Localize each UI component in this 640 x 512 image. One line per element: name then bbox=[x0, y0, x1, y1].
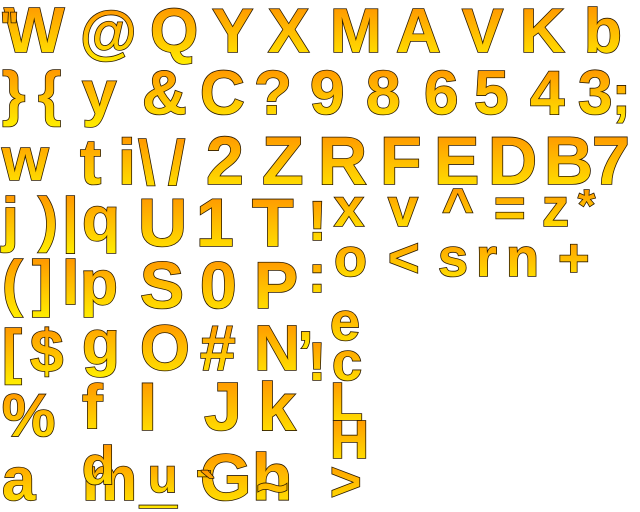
glyph: ; bbox=[612, 63, 631, 126]
glyph: [ bbox=[2, 318, 22, 385]
glyph: l bbox=[62, 249, 79, 318]
glyph: ! bbox=[308, 332, 326, 392]
glyph: y bbox=[82, 59, 117, 128]
glyph: S bbox=[140, 248, 184, 322]
glyph: 3 bbox=[578, 59, 612, 128]
glyph: & bbox=[142, 59, 187, 128]
glyph: M bbox=[330, 0, 382, 66]
glyph: q bbox=[82, 185, 120, 254]
glyph: 7 bbox=[592, 123, 630, 199]
glyph: Q bbox=[150, 0, 198, 66]
glyph: + bbox=[558, 228, 590, 288]
glyph: w bbox=[1, 126, 49, 193]
glyph: X bbox=[268, 0, 309, 66]
glyph: ! bbox=[308, 189, 327, 252]
glyph: > bbox=[330, 452, 362, 512]
glyph: C bbox=[200, 59, 245, 128]
glyph: u bbox=[148, 450, 177, 503]
glyph: 0 bbox=[200, 248, 237, 322]
glyph: a bbox=[2, 446, 36, 512]
glyph: I bbox=[138, 369, 157, 445]
glyph: ~ bbox=[256, 455, 289, 512]
glyph: Y bbox=[212, 0, 253, 66]
glyph: ? bbox=[254, 59, 292, 128]
glyph: n bbox=[506, 228, 539, 288]
glyph: r bbox=[476, 228, 497, 288]
glyph: @ bbox=[80, 0, 137, 65]
glyph-atlas: W @ Q Y X M A V Kb}{y & C? 9 8 6 5 4 3; w t i \/2 Z R F E D B 7 j) | q… bbox=[0, 0, 640, 512]
glyph: o bbox=[334, 228, 367, 288]
glyph: * bbox=[578, 181, 596, 230]
glyph: j bbox=[1, 186, 19, 253]
glyph: k bbox=[258, 369, 296, 445]
glyph: b bbox=[584, 0, 622, 66]
glyph: 9 bbox=[310, 59, 344, 128]
glyph: $ bbox=[30, 318, 63, 385]
glyph: p bbox=[80, 249, 118, 318]
glyph: | bbox=[62, 186, 79, 254]
glyph: f bbox=[82, 373, 103, 442]
glyph-atlas-canvas: W @ Q Y X M A V Kb}{y & C? 9 8 6 5 4 3 ;w t i \/2 Z R F E D B7j) | q… bbox=[0, 0, 631, 512]
glyph: A bbox=[396, 0, 441, 66]
glyph: 6 bbox=[424, 59, 458, 128]
glyph: K bbox=[520, 0, 565, 66]
glyph: 5 bbox=[474, 59, 508, 128]
glyph: ` bbox=[200, 464, 216, 512]
glyph: 8 bbox=[366, 59, 400, 128]
glyph: V bbox=[462, 0, 503, 66]
glyph: P bbox=[254, 248, 298, 322]
glyph: J bbox=[204, 369, 242, 445]
glyph: % bbox=[2, 382, 55, 449]
glyph: ] bbox=[32, 249, 53, 318]
glyph: g bbox=[82, 309, 120, 378]
glyph: i bbox=[118, 126, 136, 198]
glyph: " bbox=[0, 5, 19, 49]
glyph: < bbox=[388, 228, 420, 288]
glyph: s bbox=[438, 228, 468, 288]
glyph: ( bbox=[2, 249, 23, 318]
glyph: } bbox=[2, 60, 25, 127]
glyph: 4 bbox=[530, 59, 565, 128]
glyph: { bbox=[38, 60, 61, 127]
glyph: ) bbox=[38, 186, 58, 253]
glyph: d bbox=[82, 436, 115, 496]
